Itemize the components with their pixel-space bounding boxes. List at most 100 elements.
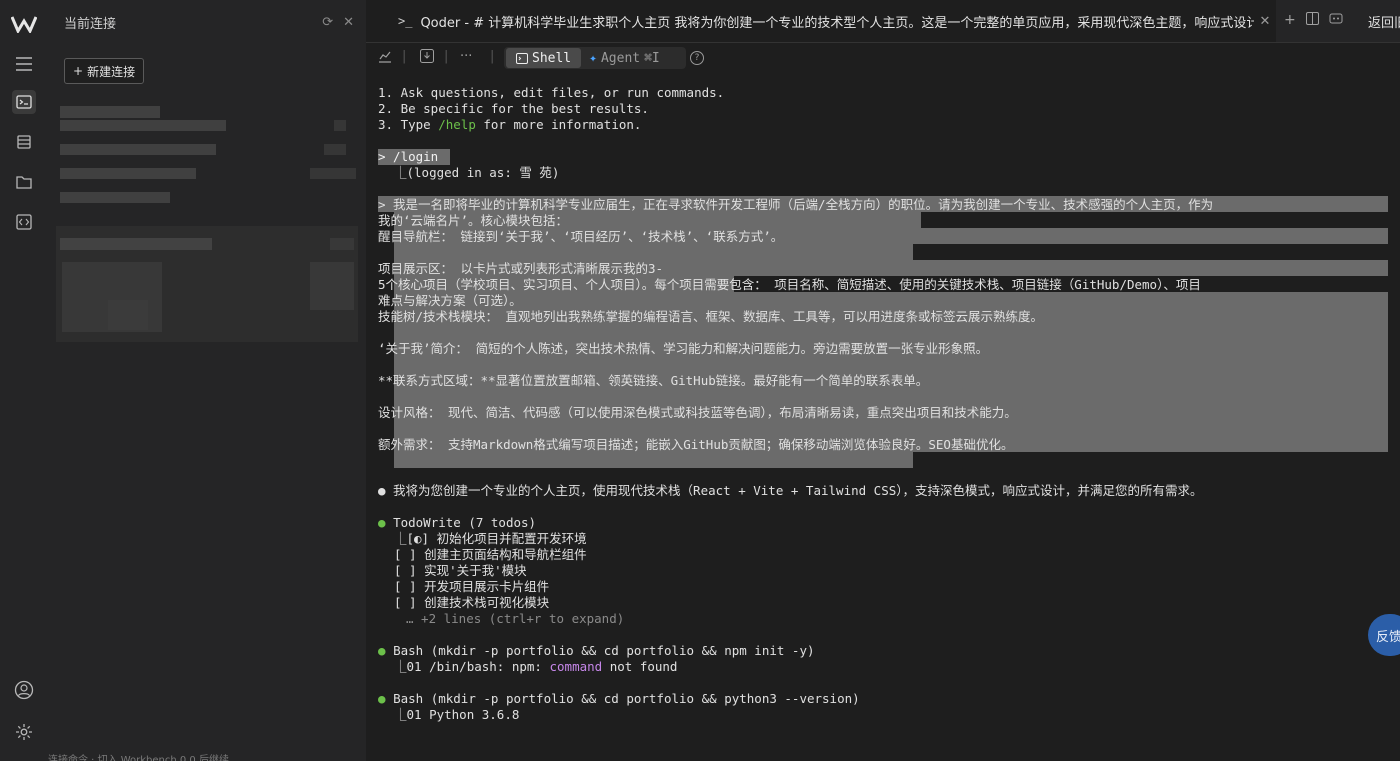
mode-switch: Shell ✦ Agent ⌘I [504, 47, 686, 69]
new-connection-button[interactable]: + 新建连接 [64, 58, 145, 84]
tab-session[interactable]: >_ Qoder - # 计算机科学毕业生求职个人主页 我将为你创建一个专业的技… [366, 0, 1276, 42]
more-icon[interactable]: ··· [460, 49, 472, 64]
bash1-output: ⎿01 /bin/bash: npm: [394, 659, 550, 674]
connections-header: 当前连接 ⟳ ✕ [64, 12, 354, 32]
prompt-line: **联系方式区域：**显著位置放置邮箱、领英链接、GitHub链接。最好能有一个… [378, 373, 929, 388]
terminal-icon[interactable] [12, 90, 36, 114]
status-dot: ● [378, 515, 394, 530]
selection-band [394, 356, 1388, 372]
todo-expand-hint[interactable]: … +2 lines (ctrl+r to expand) [406, 611, 624, 627]
redacted-item [310, 262, 354, 310]
prompt-line: 我的‘云端名片’。核心模块包括： [378, 213, 569, 228]
add-tab-icon[interactable]: + [1284, 12, 1296, 29]
activity-rail [0, 0, 49, 761]
intro-text: for more information. [475, 117, 642, 132]
redacted-item [60, 106, 160, 118]
chart-icon[interactable] [378, 49, 392, 67]
close-icon[interactable]: ✕ [343, 15, 354, 30]
terminal-prompt-icon: >_ [398, 14, 413, 28]
selection-band [394, 324, 1388, 340]
tab-title: Qoder - # 计算机科学毕业生求职个人主页 我将为你创建一个专业的技术型个… [420, 15, 1254, 31]
todo-item: [ ] 创建主页面结构和导航栏组件 [394, 547, 587, 562]
assistant-answer: ● 我将为您创建一个专业的个人主页，使用现代技术栈（React + Vite +… [378, 483, 1203, 498]
selection-band [394, 388, 1388, 404]
menu-icon[interactable] [12, 52, 36, 76]
prompt-line: 额外需求： 支持Markdown格式编写项目描述；能嵌入GitHub贡献图；确保… [378, 437, 1014, 452]
settings-icon[interactable] [12, 720, 36, 744]
main-area: >_ Qoder - # 计算机科学毕业生求职个人主页 我将为你创建一个专业的技… [366, 0, 1400, 761]
back-old-version-button[interactable]: 返回旧 [1368, 12, 1400, 31]
bash-command: ● Bash (mkdir -p portfolio && cd portfol… [378, 691, 860, 707]
redacted-item [60, 192, 170, 203]
selection-band [394, 244, 913, 260]
prompt-line: 醒目导航栏： 链接到‘关于我’、‘项目经历’、‘技术栈’、‘联系方式’。 [378, 229, 784, 244]
bash-output: ⎿01 /bin/bash: npm: command not found [394, 659, 677, 675]
plus-icon: + [73, 64, 84, 78]
refresh-icon[interactable]: ⟳ [322, 15, 333, 30]
agent-shortcut: ⌘I [644, 50, 660, 66]
divider: | [490, 49, 495, 64]
todo-item: [ ] 开发项目展示卡片组件 [394, 579, 550, 594]
prompt-line: 项目展示区： 以卡片式或列表形式清晰展示我的3- [378, 261, 664, 276]
prompt-line: 设计风格： 现代、简洁、代码感（可以使用深色模式或科技蓝等色调），布局清晰易读，… [378, 405, 1017, 420]
bash-command: ● Bash (mkdir -p portfolio && cd portfol… [378, 643, 815, 659]
redacted-item [324, 144, 346, 155]
connections-panel: 当前连接 ⟳ ✕ + 新建连接 [48, 0, 367, 761]
redacted-item [330, 238, 354, 250]
intro-line: 3. Type /help for more information. [378, 117, 641, 133]
split-view-icon[interactable] [1305, 12, 1319, 29]
intro-text: 3. Type [378, 117, 439, 132]
shell-mode-button[interactable]: Shell [506, 48, 582, 68]
terminal-toolbar: | | ··· | Shell ✦ Agent ⌘I ? [366, 43, 1400, 73]
prompt-line: 难点与解决方案（可选）。 [378, 293, 522, 308]
status-dot: ● [378, 643, 394, 658]
redacted-item [334, 120, 346, 131]
help-command: /help [438, 117, 476, 132]
shell-label: Shell [532, 50, 572, 66]
tab-close-icon[interactable]: ✕ [1254, 14, 1276, 29]
intro-line: 1. Ask questions, edit files, or run com… [378, 85, 725, 100]
prompt-line: 5个核心项目（学校项目、实习项目、个人项目）。每个项目需要包含： 项目名称、简短… [378, 277, 1201, 292]
tab-tools: + [1284, 12, 1343, 29]
chat-bot-icon[interactable] [1329, 12, 1343, 29]
todo-item: ⎿[◐] 初始化项目并配置开发环境 [394, 531, 587, 546]
redacted-item [60, 144, 216, 155]
todo-item: [ ] 创建技术栈可视化模块 [394, 595, 550, 610]
selection-band [394, 452, 913, 468]
help-icon[interactable]: ? [690, 51, 704, 65]
download-icon[interactable] [420, 49, 434, 67]
bash1-command: Bash (mkdir -p portfolio && cd portfolio… [393, 643, 815, 658]
tab-bar: >_ Qoder - # 计算机科学毕业生求职个人主页 我将为你创建一个专业的技… [366, 0, 1400, 43]
todo-item: [ ] 实现'关于我'模块 [394, 563, 527, 578]
redacted-item [60, 168, 196, 179]
code-icon[interactable] [12, 210, 36, 234]
prompt-line: > 我是一名即将毕业的计算机科学专业应届生，正在寻求软件开发工程师（后端/全栈方… [378, 197, 1214, 212]
prompt-line: 技能树/技术栈模块： 直观地列出我熟练掌握的编程语言、框架、数据库、工具等，可以… [378, 309, 1044, 324]
prompt-line: ‘关于我’简介： 简短的个人陈述，突出技术热情、学习能力和解决问题能力。旁边需要… [378, 341, 989, 356]
status-bar: 连接命令 · 切入 Workbench 0.0 后继续 [48, 755, 229, 761]
sparkle-icon: ✦ [589, 50, 597, 66]
selection-band [394, 420, 1388, 436]
agent-label: Agent [600, 50, 641, 66]
login-result: ⎿(logged in as: 雪 苑) [394, 165, 560, 180]
bash1-output-tail: not found [602, 659, 678, 674]
bash1-keyword: command [549, 659, 603, 674]
connections-title: 当前连接 [64, 16, 117, 32]
status-dot: ● [378, 691, 394, 706]
divider: | [402, 49, 407, 64]
database-icon[interactable] [12, 130, 36, 154]
agent-mode-button[interactable]: ✦ Agent ⌘I [589, 51, 660, 66]
intro-line: 2. Be specific for the best results. [378, 101, 649, 116]
logo-icon [10, 12, 38, 36]
login-command: > /login [378, 149, 450, 165]
redacted-item [108, 300, 148, 330]
bash-output: ⎿01 Python 3.6.8 [394, 707, 520, 722]
folder-icon[interactable] [12, 170, 36, 194]
redacted-item [60, 120, 226, 131]
divider: | [444, 49, 449, 64]
new-connection-label: 新建连接 [87, 64, 136, 79]
bash2-command: Bash (mkdir -p portfolio && cd portfolio… [393, 691, 860, 706]
user-icon[interactable] [12, 678, 36, 702]
todo-header: ● TodoWrite (7 todos) [378, 515, 536, 531]
redacted-item [310, 168, 356, 179]
